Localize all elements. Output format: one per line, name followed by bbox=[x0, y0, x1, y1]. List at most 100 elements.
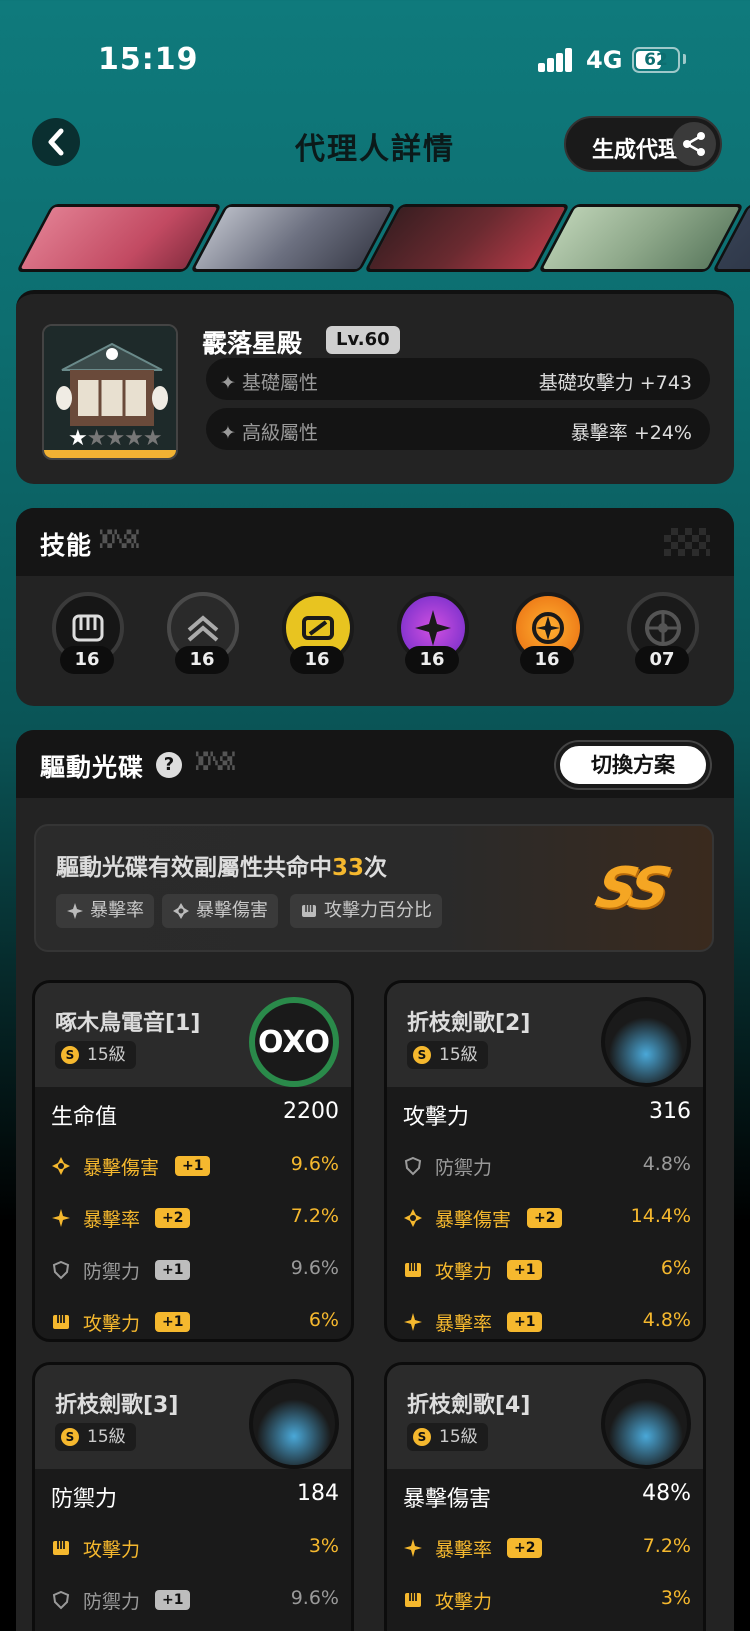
crit-rate-icon bbox=[404, 1313, 422, 1331]
attack-icon bbox=[405, 1593, 421, 1607]
stat-tag-crit-rate: 暴擊率 bbox=[56, 894, 154, 928]
base-stat-row: ✦ 基礎屬性 基礎攻擊力 +743 bbox=[206, 358, 710, 400]
decorative-barcode: ▚▞▚▚ ▞▚▞ ▞▚▞ ▚▞▚▚ bbox=[196, 752, 235, 770]
w-engine-image[interactable]: ★★★★★ bbox=[42, 324, 178, 460]
skill-assist[interactable]: 16 bbox=[278, 592, 358, 692]
disc-header: 折枝劍歌[3] S 15級 bbox=[35, 1365, 351, 1469]
skill-level: 07 bbox=[635, 646, 689, 674]
skill-special-attack[interactable]: 16 bbox=[393, 592, 473, 692]
disc-name: 折枝劍歌[2] bbox=[407, 1011, 531, 1036]
advanced-stat-label: ✦ 高級屬性 bbox=[220, 422, 318, 444]
disc-substat: 防禦力 +1 9.6% bbox=[51, 1255, 339, 1285]
w-engine-panel: ★★★★★ 霰落星殿 Lv.60 ✦ 基礎屬性 基礎攻擊力 +743 ✦ 高級屬… bbox=[16, 290, 734, 484]
drive-disc-title: 驅動光碟 bbox=[40, 753, 145, 782]
generate-card-button[interactable]: 生成代理 bbox=[564, 116, 722, 172]
drive-disc-card-3[interactable]: 折枝劍歌[3] S 15級 防禦力 184 攻擊力 3% 防禦力 +1 9.6% bbox=[32, 1362, 354, 1631]
stat-tag-crit-dmg: 暴擊傷害 bbox=[162, 894, 278, 928]
defense-icon bbox=[52, 1260, 70, 1280]
crit-rate-icon bbox=[52, 1209, 70, 1227]
character-tab-1[interactable] bbox=[15, 204, 223, 272]
decorative-checker bbox=[664, 528, 710, 556]
crit-rate-icon bbox=[67, 903, 83, 919]
disc-level: S 15級 bbox=[407, 1423, 488, 1451]
drive-disc-panel: 驅動光碟 ? ▚▞▚▚ ▞▚▞ ▞▚▞ ▚▞▚▚ 切換方案 驅動光碟有效副屬性共命… bbox=[16, 730, 734, 1631]
w-engine-level: Lv.60 bbox=[326, 326, 400, 354]
disc-set-logo bbox=[601, 997, 691, 1087]
character-tab-4[interactable] bbox=[537, 204, 745, 272]
drive-disc-card-2[interactable]: 折枝劍歌[2] S 15級 攻擊力 316 防禦力 4.8% 暴擊傷害 +2 14.… bbox=[384, 980, 706, 1342]
disc-substat: 攻擊力 3% bbox=[51, 1533, 339, 1563]
skill-chain-attack[interactable]: 16 bbox=[508, 592, 588, 692]
skill-level: 16 bbox=[520, 646, 574, 674]
skill-core[interactable]: 07 bbox=[623, 592, 703, 692]
w-engine-rank-stars: ★★★★★ bbox=[68, 426, 163, 451]
status-time: 15:19 bbox=[98, 42, 199, 77]
skills-title: 技能 bbox=[40, 531, 93, 560]
generate-card-label: 生成代理 bbox=[592, 138, 681, 163]
status-bar: 15:19 4G 62 bbox=[0, 0, 750, 120]
disc-header: 折枝劍歌[4] S 15級 bbox=[387, 1365, 703, 1469]
attack-icon bbox=[53, 1315, 69, 1329]
w-engine-rarity-bar bbox=[44, 450, 176, 458]
battery-percent: 62 bbox=[644, 50, 668, 70]
skills-panel: 技能 ▚▞▚▚ ▞▚▞ ▞▚▞ ▚▞▚▚ 16 16 16 16 16 07 bbox=[16, 508, 734, 706]
drive-disc-header: 驅動光碟 ? ▚▞▚▚ ▞▚▞ ▞▚▞ ▚▞▚▚ 切換方案 bbox=[16, 730, 734, 798]
crit-dmg-icon bbox=[52, 1157, 70, 1175]
coin-icon: S bbox=[61, 1046, 79, 1064]
advanced-stat-row: ✦ 高級屬性 暴擊率 +24% bbox=[206, 408, 710, 450]
disc-rank-badge: SS bbox=[590, 856, 671, 921]
skill-dodge[interactable]: 16 bbox=[163, 592, 243, 692]
disc-header: 折枝劍歌[2] S 15級 bbox=[387, 983, 703, 1087]
disc-level: S 15級 bbox=[55, 1423, 136, 1451]
disc-set-logo: OXO bbox=[249, 997, 339, 1087]
skill-basic-attack[interactable]: 16 bbox=[48, 592, 128, 692]
disc-name: 折枝劍歌[3] bbox=[55, 1393, 179, 1418]
disc-level: S 15級 bbox=[55, 1041, 136, 1069]
attack-icon bbox=[405, 1263, 421, 1277]
crit-dmg-icon bbox=[404, 1209, 422, 1227]
skills-header: 技能 ▚▞▚▚ ▞▚▞ ▞▚▞ ▚▞▚▚ bbox=[16, 508, 734, 576]
disc-substat: 暴擊傷害 +2 14.4% bbox=[403, 1203, 691, 1233]
drive-disc-card-4[interactable]: 折枝劍歌[4] S 15級 暴擊傷害 48% 暴擊率 +2 7.2% 攻擊力 3% bbox=[384, 1362, 706, 1631]
defense-icon bbox=[52, 1590, 70, 1610]
defense-icon bbox=[404, 1156, 422, 1176]
disc-substat: 攻擊力 3% bbox=[403, 1585, 691, 1615]
disc-level: S 15級 bbox=[407, 1041, 488, 1069]
base-stat-value: 基礎攻擊力 +743 bbox=[538, 372, 692, 394]
disc-name: 折枝劍歌[4] bbox=[407, 1393, 531, 1418]
disc-header: 啄木鳥電音[1] S 15級 OXO bbox=[35, 983, 351, 1087]
disc-substat: 攻擊力 +1 6% bbox=[403, 1255, 691, 1285]
help-icon[interactable]: ? bbox=[156, 752, 182, 778]
character-tab-2[interactable] bbox=[189, 204, 397, 272]
crit-dmg-icon bbox=[173, 903, 189, 919]
network-type: 4G bbox=[586, 46, 623, 74]
drive-disc-card-1[interactable]: 啄木鳥電音[1] S 15級 OXO 生命值 2200 暴擊傷害 +1 9.6% 暴… bbox=[32, 980, 354, 1342]
w-engine-name: 霰落星殿 bbox=[202, 329, 303, 358]
disc-substat: 暴擊傷害 +1 9.6% bbox=[51, 1151, 339, 1181]
disc-name: 啄木鳥電音[1] bbox=[55, 1011, 201, 1036]
cellular-signal-icon bbox=[538, 48, 574, 72]
disc-substat: 暴擊率 +2 7.2% bbox=[403, 1533, 691, 1563]
coin-icon: S bbox=[61, 1428, 79, 1446]
disc-substat: 暴擊率 +1 4.8% bbox=[403, 1307, 691, 1337]
disc-main-stat: 暴擊傷害 48% bbox=[403, 1481, 691, 1512]
advanced-stat-value: 暴擊率 +24% bbox=[570, 422, 692, 444]
share-icon bbox=[683, 132, 705, 156]
coin-icon: S bbox=[413, 1428, 431, 1446]
disc-summary-card: 驅動光碟有效副屬性共命中33次 暴擊率 暴擊傷害 攻擊力百分比 SS bbox=[34, 824, 714, 952]
disc-substat: 攻擊力 +1 6% bbox=[51, 1307, 339, 1337]
skill-level: 16 bbox=[175, 646, 229, 674]
disc-set-logo bbox=[249, 1379, 339, 1469]
share-button[interactable] bbox=[672, 122, 716, 166]
character-selector bbox=[0, 204, 750, 274]
skill-level: 16 bbox=[60, 646, 114, 674]
attack-icon bbox=[302, 905, 316, 917]
disc-main-stat: 防禦力 184 bbox=[51, 1481, 339, 1512]
character-tab-3[interactable] bbox=[363, 204, 571, 272]
disc-substat: 防禦力 4.8% bbox=[403, 1151, 691, 1181]
skill-level: 16 bbox=[290, 646, 344, 674]
disc-main-stat: 攻擊力 316 bbox=[403, 1099, 691, 1130]
disc-set-logo bbox=[601, 1379, 691, 1469]
crit-rate-icon bbox=[404, 1539, 422, 1557]
switch-loadout-button[interactable]: 切換方案 bbox=[556, 742, 710, 788]
